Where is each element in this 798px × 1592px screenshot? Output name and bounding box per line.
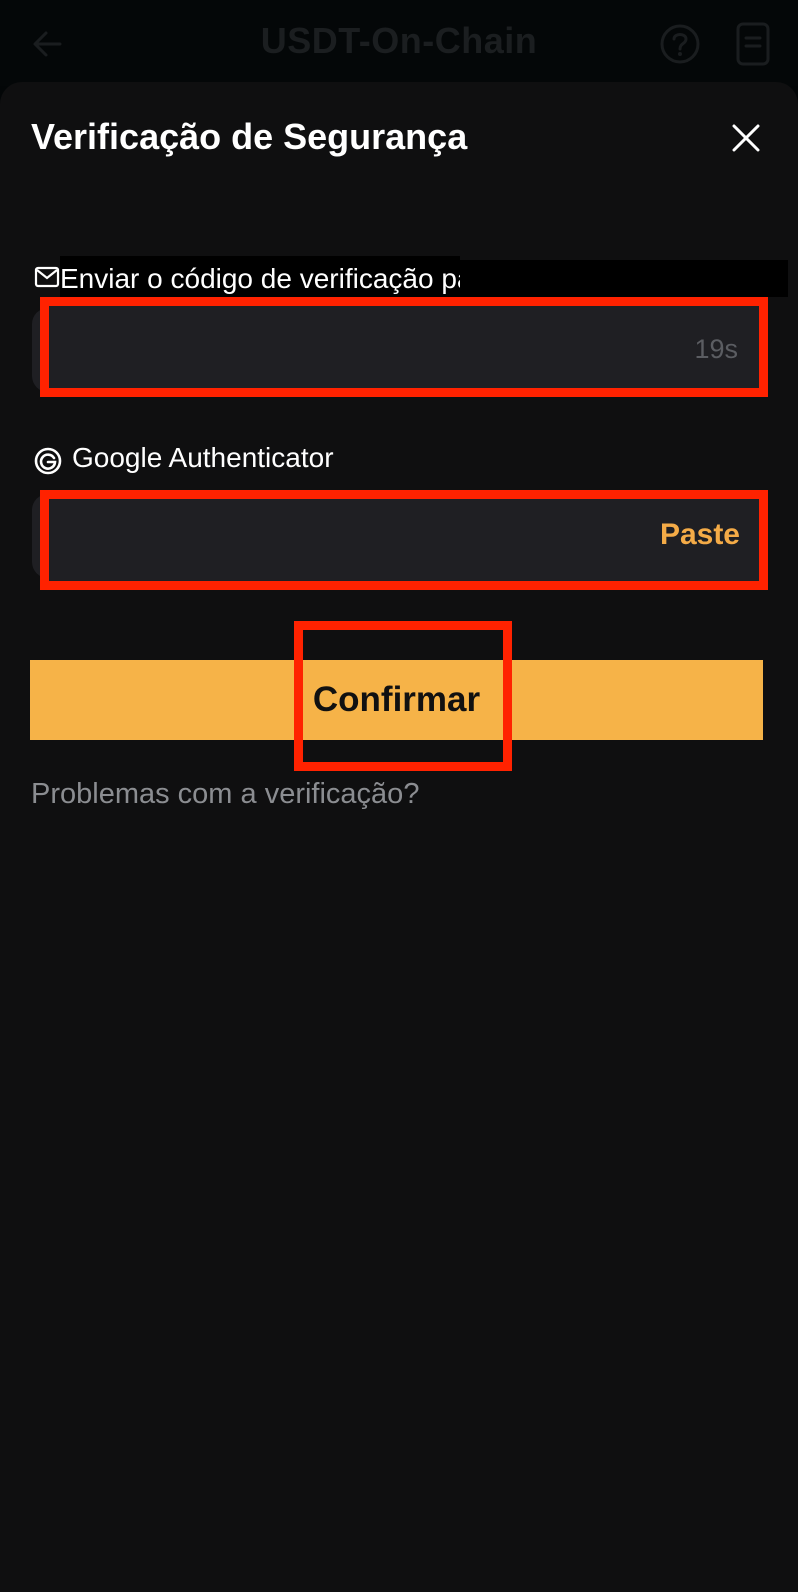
email-code-input[interactable]	[49, 306, 759, 388]
verification-problems-link[interactable]: Problemas com a verificação?	[31, 778, 419, 811]
page: USDT-On-Chain Verificação de Segurança E…	[0, 0, 798, 1592]
close-icon[interactable]	[726, 118, 766, 158]
email-code-label: Enviar o código de verificação para	[60, 256, 497, 302]
mail-icon	[34, 266, 60, 288]
document-icon[interactable]	[734, 20, 774, 68]
help-icon[interactable]	[658, 22, 702, 66]
sheet-title: Verificação de Segurança	[31, 116, 468, 157]
google-authenticator-icon	[34, 447, 62, 475]
resend-timer: 19s	[694, 334, 738, 364]
google-authenticator-label: Google Authenticator	[72, 442, 334, 473]
confirm-button-label: Confirmar	[312, 680, 481, 719]
paste-button[interactable]: Paste	[660, 518, 740, 552]
redacted-email	[460, 260, 788, 297]
top-app-bar: USDT-On-Chain	[0, 0, 798, 86]
ga-code-input[interactable]	[49, 499, 759, 581]
